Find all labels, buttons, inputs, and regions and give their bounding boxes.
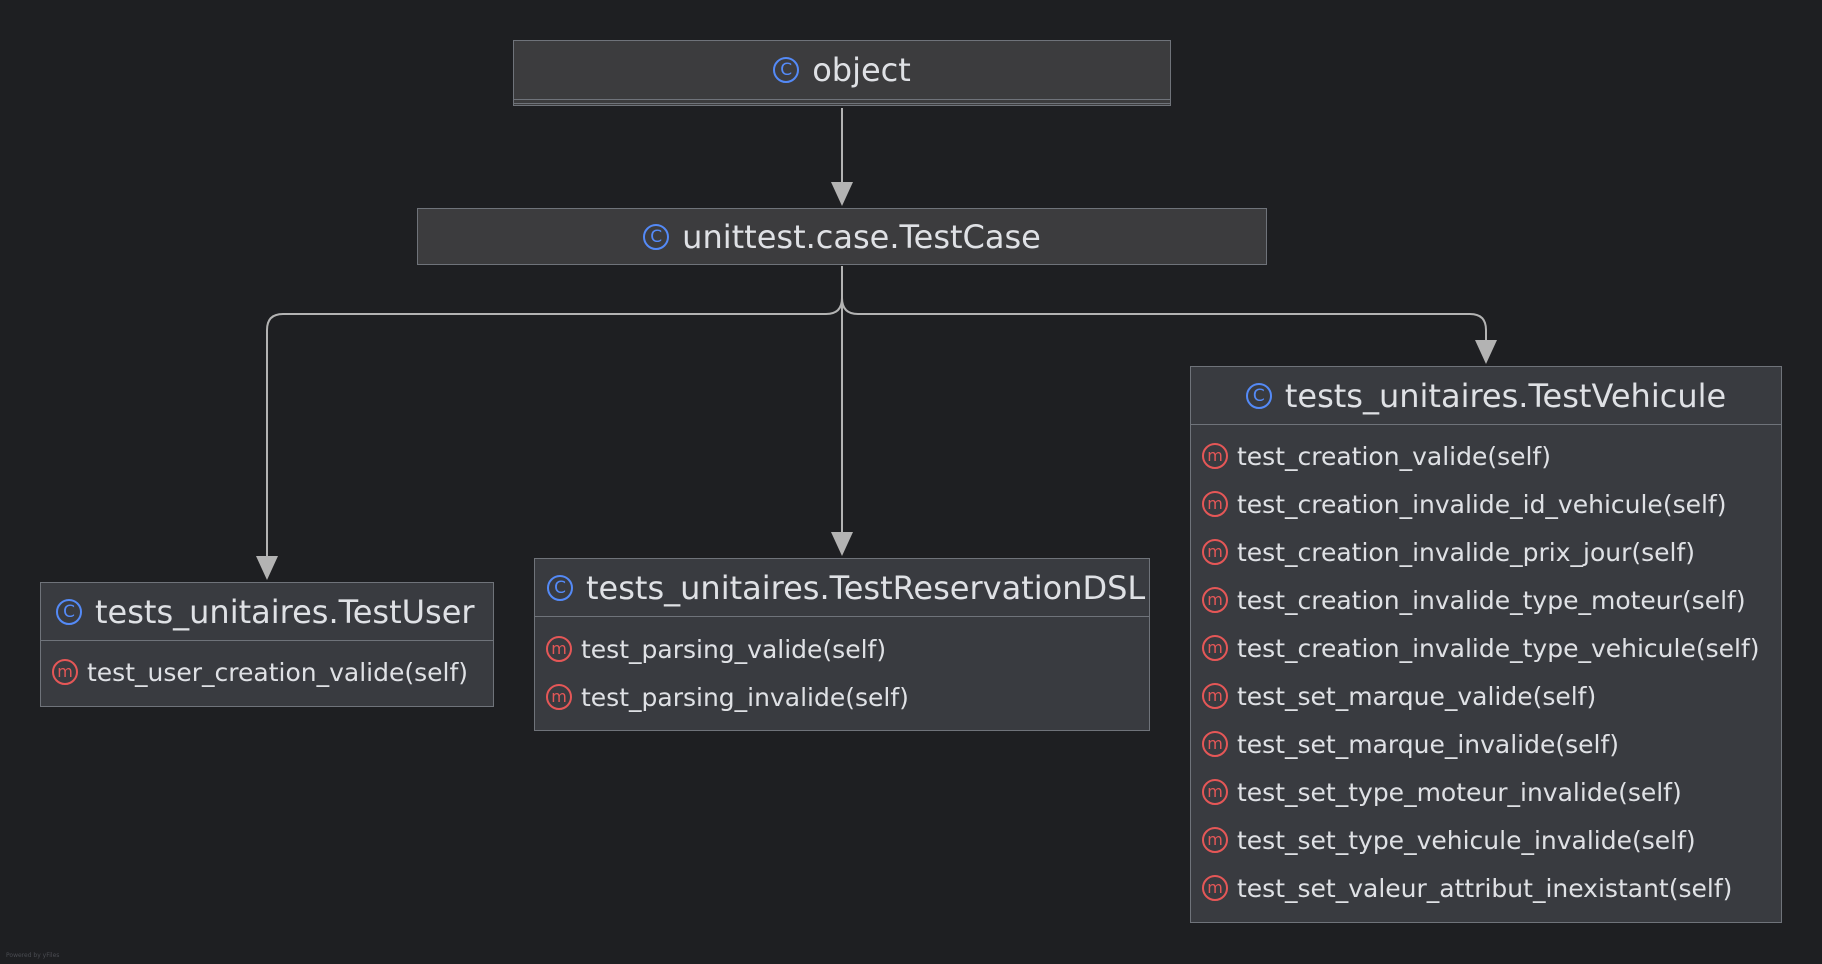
- arrowhead-testuser: [256, 556, 278, 580]
- method-signature: test_creation_invalide_prix_jour(self): [1237, 537, 1696, 567]
- method-icon: m: [1202, 587, 1228, 613]
- method-icon: m: [1202, 539, 1228, 565]
- method-icon: m: [1202, 827, 1228, 853]
- method-signature: test_creation_invalide_type_vehicule(sel…: [1237, 633, 1760, 663]
- method-signature: test_creation_valide(self): [1237, 441, 1551, 471]
- method-signature: test_set_type_moteur_invalide(self): [1237, 777, 1682, 807]
- method-icon: m: [1202, 779, 1228, 805]
- method-item[interactable]: m test_creation_invalide_prix_jour(self): [1191, 528, 1781, 576]
- method-icon: m: [1202, 875, 1228, 901]
- arrowhead-object: [831, 182, 853, 206]
- class-name: tests_unitaires.TestUser: [95, 592, 475, 631]
- method-signature: test_set_marque_valide(self): [1237, 681, 1597, 711]
- method-item[interactable]: m test_set_type_vehicule_invalide(self): [1191, 816, 1781, 864]
- arrowhead-testreservation: [831, 532, 853, 556]
- class-header: C object: [514, 41, 1170, 99]
- class-icon: C: [643, 223, 670, 250]
- class-icon: C: [773, 57, 800, 83]
- class-node-object[interactable]: C object: [513, 40, 1171, 106]
- method-signature: test_set_valeur_attribut_inexistant(self…: [1237, 873, 1733, 903]
- method-signature: test_creation_invalide_type_moteur(self): [1237, 585, 1746, 615]
- method-icon: m: [1202, 443, 1228, 469]
- method-icon: m: [546, 636, 572, 662]
- method-signature: test_user_creation_valide(self): [87, 657, 469, 687]
- method-item[interactable]: m test_set_marque_invalide(self): [1191, 720, 1781, 768]
- method-item[interactable]: m test_set_valeur_attribut_inexistant(se…: [1191, 864, 1781, 912]
- method-item[interactable]: m test_set_marque_valide(self): [1191, 672, 1781, 720]
- edge-testvehicule-to-testcase: [841, 297, 1487, 342]
- method-icon: m: [1202, 635, 1228, 661]
- class-icon: C: [56, 598, 82, 625]
- class-header: C tests_unitaires.TestVehicule: [1191, 367, 1781, 425]
- class-icon: C: [547, 574, 573, 601]
- method-list: m test_user_creation_valide(self): [41, 641, 493, 696]
- arrowhead-testvehicule: [1475, 340, 1497, 364]
- method-icon: m: [1202, 683, 1228, 709]
- class-name: unittest.case.TestCase: [682, 217, 1041, 256]
- method-icon: m: [546, 684, 572, 710]
- method-signature: test_set_type_vehicule_invalide(self): [1237, 825, 1696, 855]
- class-node-testuser[interactable]: C tests_unitaires.TestUser m test_user_c…: [40, 582, 494, 707]
- method-list: m test_creation_valide(self) m test_crea…: [1191, 425, 1781, 912]
- class-icon: C: [1245, 382, 1272, 409]
- method-item[interactable]: m test_parsing_invalide(self): [535, 673, 1149, 721]
- method-icon: m: [1202, 491, 1228, 517]
- method-signature: test_set_marque_invalide(self): [1237, 729, 1620, 759]
- method-item[interactable]: m test_set_type_moteur_invalide(self): [1191, 768, 1781, 816]
- class-header: C unittest.case.TestCase: [418, 209, 1266, 264]
- class-node-testcase[interactable]: C unittest.case.TestCase: [417, 208, 1267, 265]
- method-list: m test_parsing_valide(self) m test_parsi…: [535, 617, 1149, 721]
- class-header: C tests_unitaires.TestReservationDSL: [535, 559, 1149, 617]
- class-header: C tests_unitaires.TestUser: [41, 583, 493, 641]
- class-node-testvehicule[interactable]: C tests_unitaires.TestVehicule m test_cr…: [1190, 366, 1782, 923]
- method-item[interactable]: m test_parsing_valide(self): [535, 625, 1149, 673]
- class-name: tests_unitaires.TestVehicule: [1284, 376, 1727, 415]
- method-signature: test_creation_invalide_id_vehicule(self): [1237, 489, 1727, 519]
- method-icon: m: [1202, 731, 1228, 757]
- method-item[interactable]: m test_user_creation_valide(self): [41, 648, 493, 696]
- method-item[interactable]: m test_creation_invalide_type_moteur(sel…: [1191, 576, 1781, 624]
- method-item[interactable]: m test_creation_invalide_type_vehicule(s…: [1191, 624, 1781, 672]
- method-signature: test_parsing_valide(self): [581, 634, 887, 664]
- method-signature: test_parsing_invalide(self): [581, 682, 909, 712]
- edge-testuser-to-testcase: [266, 266, 843, 560]
- class-name: tests_unitaires.TestReservationDSL: [586, 568, 1146, 607]
- class-node-testreservation[interactable]: C tests_unitaires.TestReservationDSL m t…: [534, 558, 1150, 731]
- empty-members-divider: [514, 99, 1170, 104]
- method-item[interactable]: m test_creation_valide(self): [1191, 432, 1781, 480]
- class-name: object: [812, 51, 911, 89]
- footer-credit: Powered by yFiles: [6, 952, 60, 959]
- method-item[interactable]: m test_creation_invalide_id_vehicule(sel…: [1191, 480, 1781, 528]
- method-icon: m: [52, 659, 78, 685]
